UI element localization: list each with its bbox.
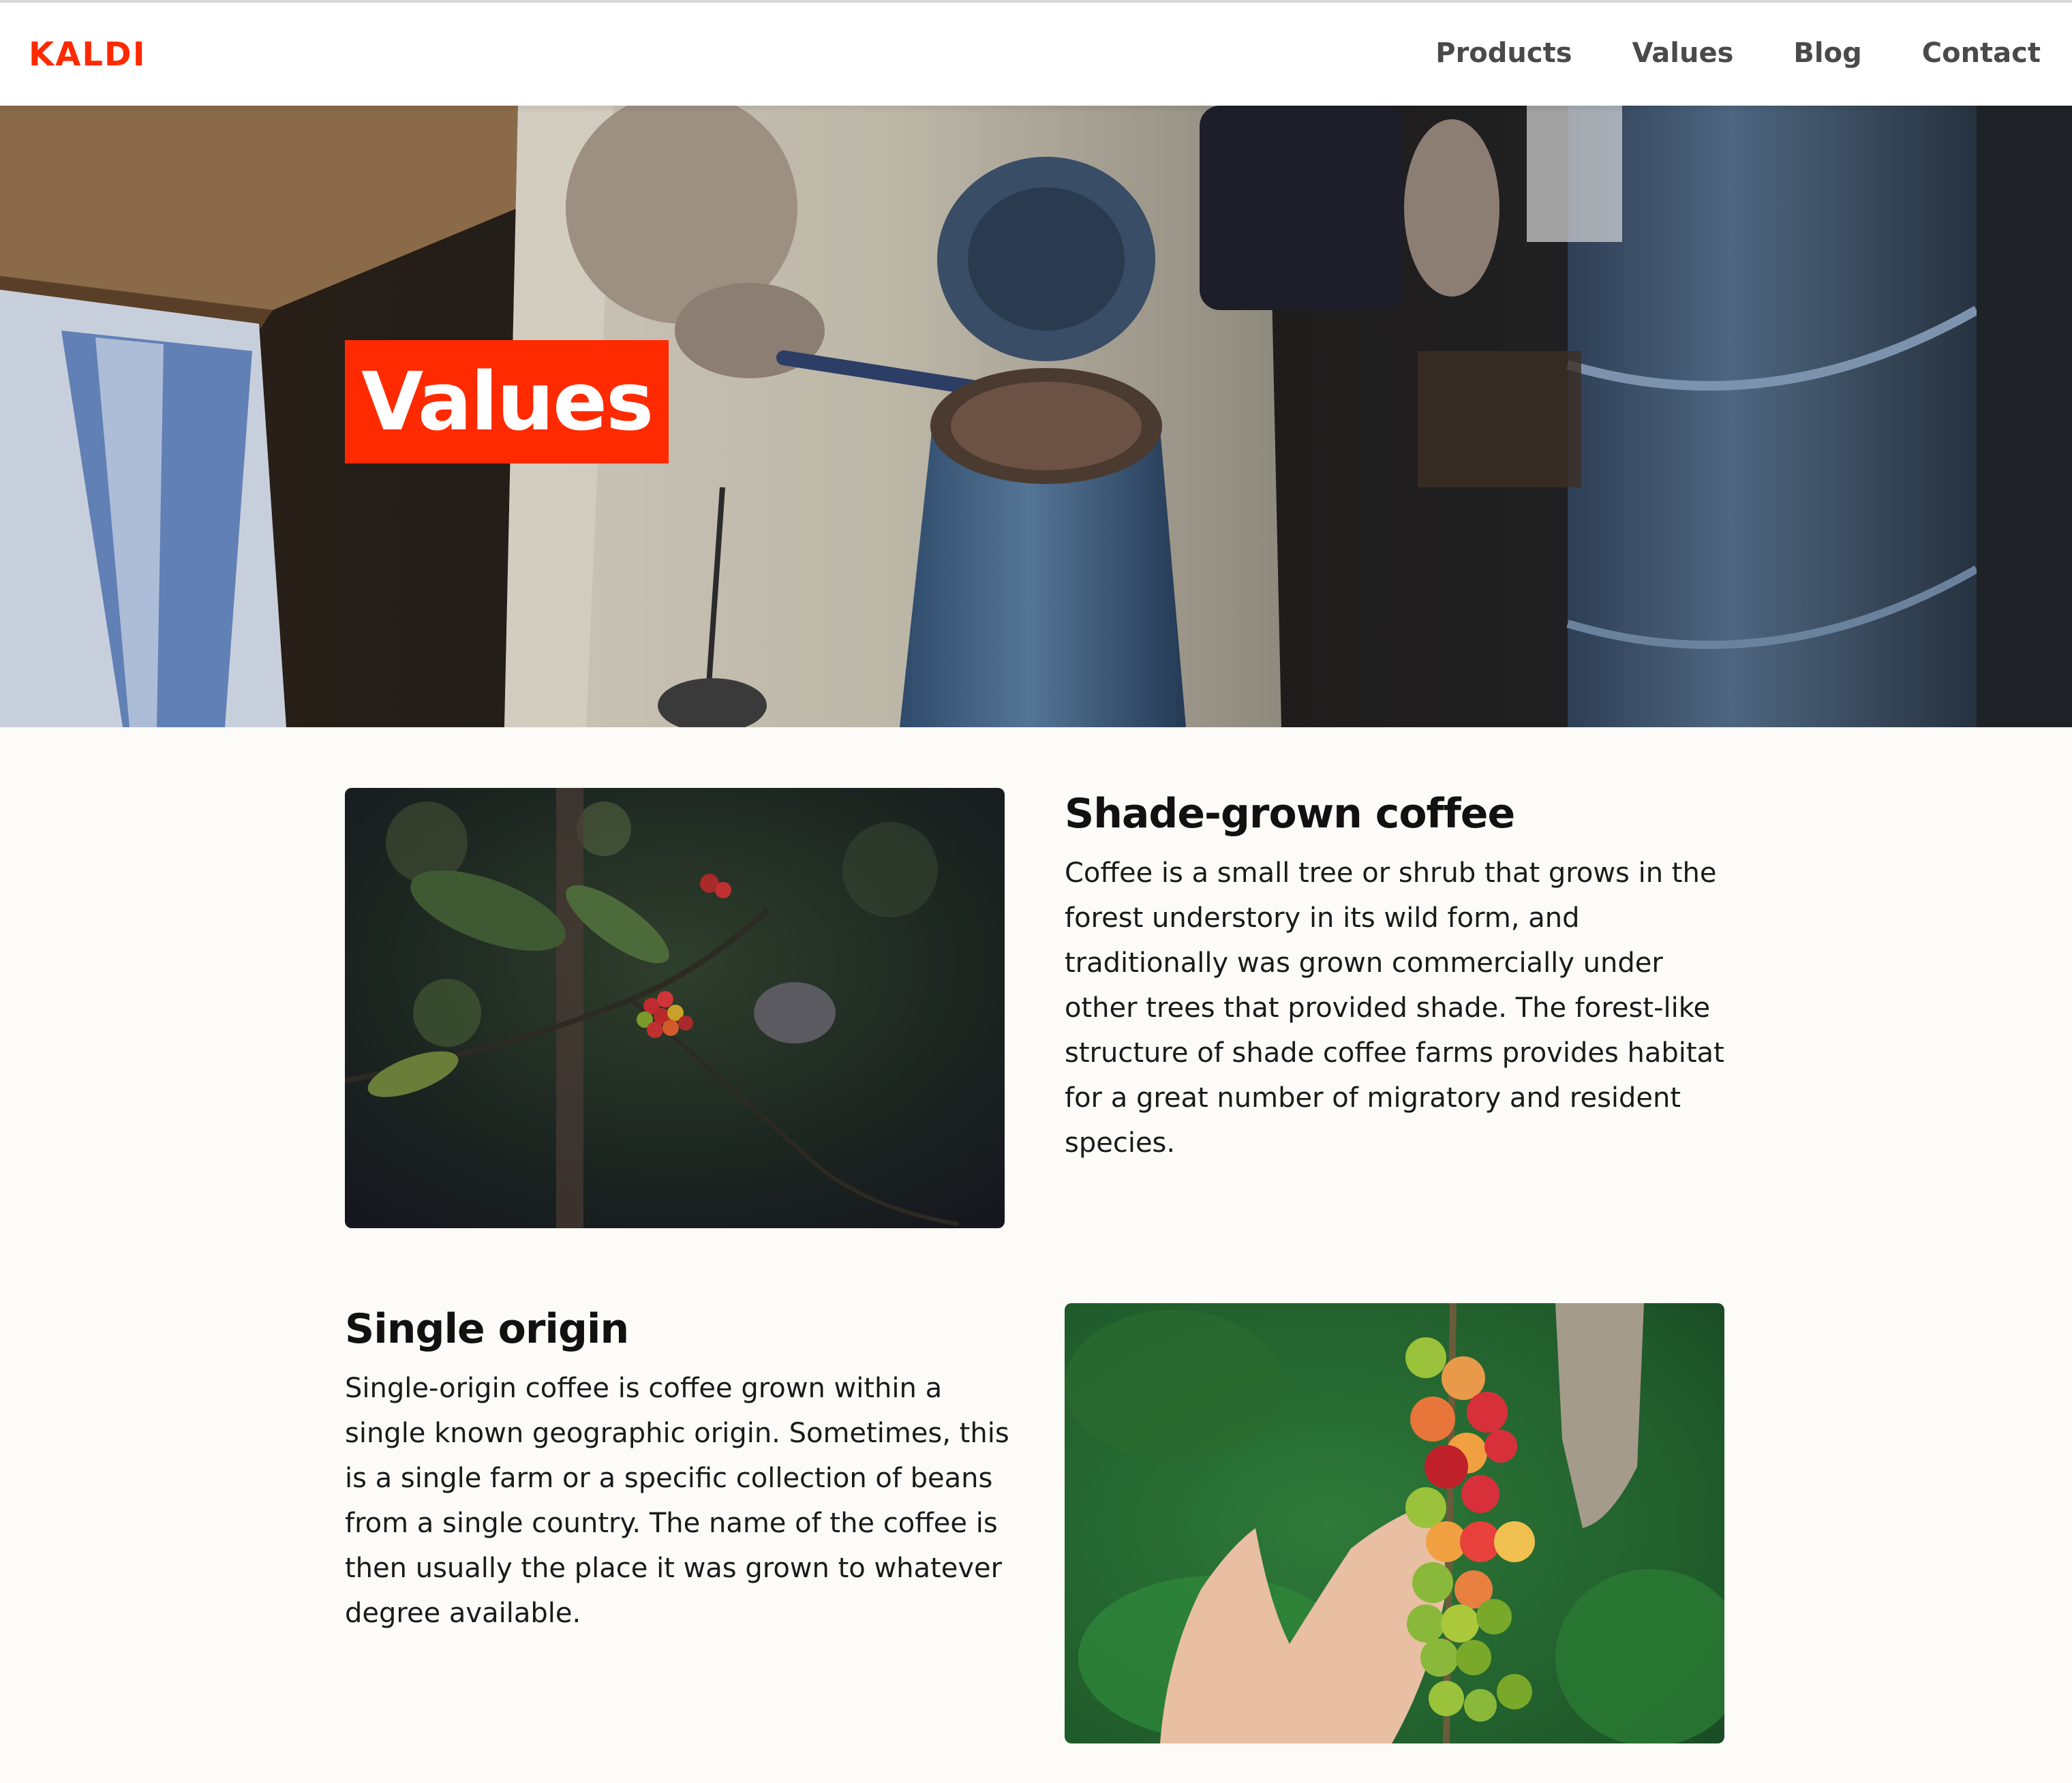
section-text-shade-grown: Coffee is a small tree or shrub that gro…: [1065, 857, 1724, 1159]
nav-item-contact[interactable]: Contact: [1922, 33, 2041, 74]
coffee-branch-photo: [345, 788, 1005, 1228]
nav-item-blog[interactable]: Blog: [1793, 33, 1861, 74]
section-heading-single-origin: Single origin: [345, 1305, 629, 1353]
hero-banner: Values: [0, 106, 2072, 727]
nav-item-products[interactable]: Products: [1435, 33, 1572, 74]
section-heading-shade-grown: Shade-grown coffee: [1065, 790, 1515, 838]
nav-item-values[interactable]: Values: [1632, 33, 1734, 74]
hero-image: [0, 106, 2072, 727]
hero-title: Values: [345, 340, 669, 463]
main-nav: Products Values Blog Contact: [1435, 33, 2041, 74]
kaldi-logo[interactable]: KALDI: [29, 34, 147, 75]
coffee-cherries-hand-photo: [1065, 1303, 1724, 1743]
site-header: KALDI Products Values Blog Contact: [0, 0, 2072, 106]
section-text-single-origin: Single-origin coffee is coffee grown wit…: [345, 1373, 1009, 1629]
